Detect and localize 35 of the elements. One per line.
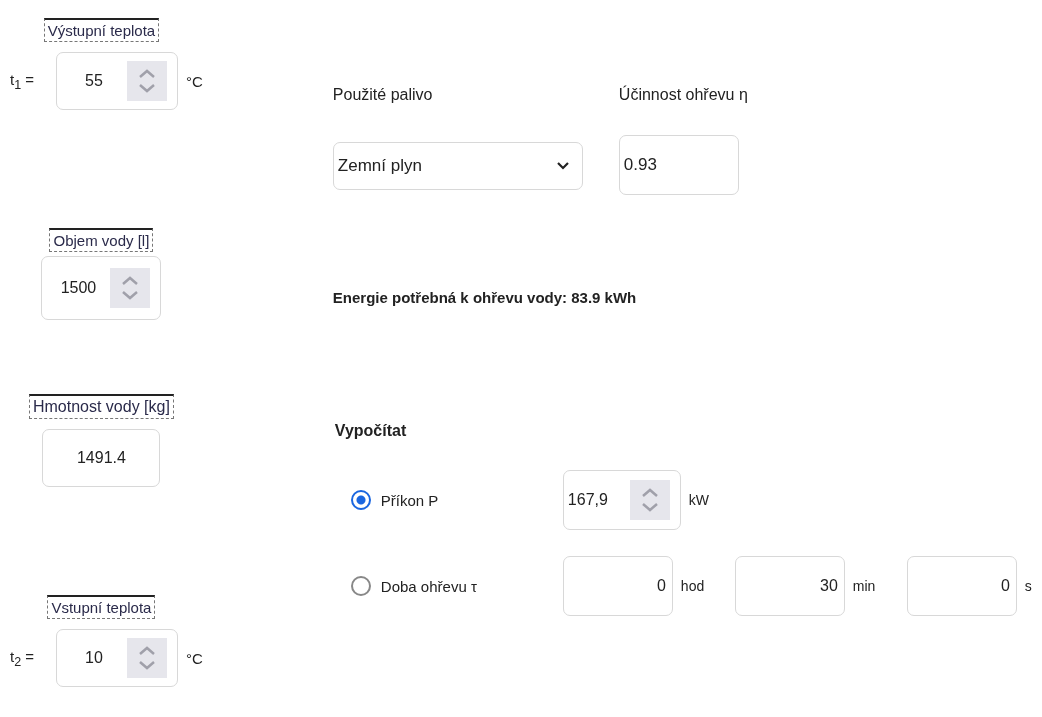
spinner-icon[interactable] — [629, 480, 670, 520]
unit-label: min — [852, 578, 877, 594]
energy-result: Energie potřebná k ohřevu vody: 83.9 kWh — [332, 289, 638, 306]
field-label: Použité palivo — [332, 86, 433, 105]
option-label: Příkon P — [380, 491, 440, 509]
unit-label: °C — [186, 72, 203, 90]
field-label: Hmotnost vody [kg] — [28, 394, 174, 419]
radio-button[interactable] — [350, 576, 371, 596]
unit-label: kW — [688, 492, 710, 508]
fuel-dropdown[interactable]: Zemní plyn — [332, 142, 583, 190]
efficiency-field[interactable]: 0.93 — [618, 135, 739, 195]
number-field[interactable]: 30 — [734, 556, 845, 616]
section-title: Vypočítat — [334, 422, 408, 440]
number-field[interactable]: 1500 — [41, 256, 162, 320]
output-field: 1491.4 — [42, 429, 161, 487]
field-label: Účinnost ohřevu η — [618, 86, 748, 105]
unit-label: °C — [186, 649, 203, 667]
symbol-label: t$_{1}$ = — [10, 70, 36, 92]
option-label: Doba ohřevu τ — [380, 577, 478, 595]
symbol-label: t$_{2}$ = — [10, 647, 36, 669]
number-field[interactable]: 0 — [906, 556, 1017, 616]
field-label: Výstupní teplota — [43, 18, 160, 42]
radio-button[interactable] — [350, 490, 371, 510]
chevron-down-icon — [555, 161, 570, 171]
unit-label: s — [1024, 578, 1033, 594]
field-label: Vstupní teplota — [47, 595, 156, 619]
spinner-icon[interactable] — [127, 638, 167, 678]
spinner-icon[interactable] — [127, 61, 167, 101]
spinner-icon[interactable] — [110, 268, 151, 308]
unit-label: hod — [680, 578, 706, 594]
number-field[interactable]: 0 — [562, 556, 673, 616]
number-field[interactable]: 10 — [56, 629, 178, 687]
field-label: Objem vody [l] — [49, 228, 154, 252]
number-field[interactable]: 167,9 — [562, 470, 681, 530]
number-field[interactable]: 55 — [56, 52, 178, 110]
